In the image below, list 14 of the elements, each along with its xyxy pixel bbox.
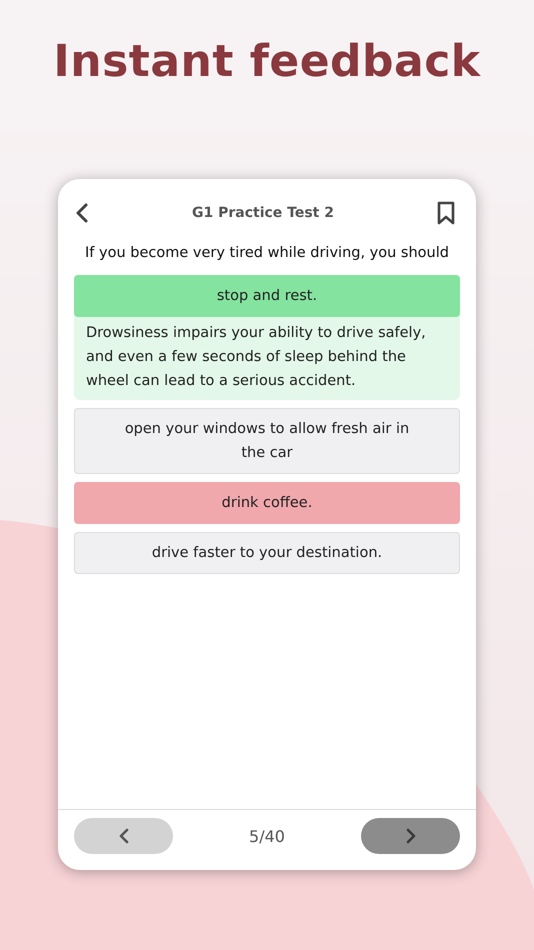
chevron-right-icon: [406, 828, 416, 844]
test-title: G1 Practice Test 2: [192, 205, 334, 221]
answer-option[interactable]: stop and rest.: [74, 275, 460, 317]
explanation-text: Drowsiness impairs your ability to drive safely, and even a few seconds of sleep behind the wheel can lead to a serious accident.: [85, 324, 427, 391]
answer-option[interactable]: drink coffee.: [74, 482, 460, 524]
chevron-left-icon: [118, 828, 128, 844]
answer-option[interactable]: open your windows to allow fresh air in the car: [74, 408, 460, 474]
answer-option[interactable]: drive faster to your destination.: [74, 532, 460, 574]
question-text: If you become very tired while driving, you should: [84, 245, 450, 261]
next-button[interactable]: [361, 818, 460, 854]
question-counter: 5/40: [249, 826, 285, 846]
headline: Instant feedback: [53, 36, 481, 87]
bookmark-icon[interactable]: [436, 201, 455, 225]
back-icon[interactable]: [75, 203, 89, 223]
